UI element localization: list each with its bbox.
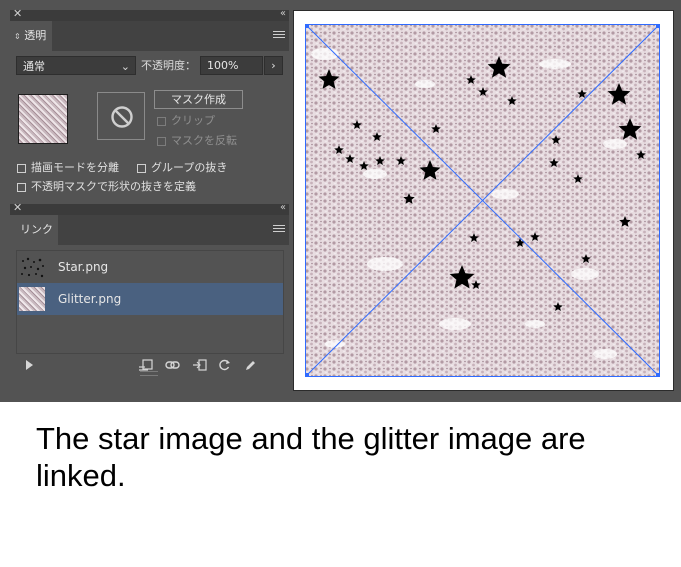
knockout-group-checkbox[interactable] (137, 164, 146, 173)
opacity-label: 不透明度： (141, 59, 196, 72)
tab-links[interactable]: リンク (10, 215, 58, 245)
opacity-input[interactable]: 100% (200, 56, 263, 75)
tab-strip: リンク (10, 215, 289, 245)
link-name: Glitter.png (58, 292, 122, 306)
close-icon[interactable]: ✕ (13, 201, 22, 215)
tab-transparency-label: 透明 (24, 29, 47, 42)
isolate-blending-label: 描画モードを分離 (31, 161, 119, 174)
artwork-thumbnail[interactable] (18, 94, 68, 144)
invert-mask-checkbox[interactable] (157, 137, 166, 146)
relink-icon[interactable] (165, 359, 180, 371)
edit-original-icon[interactable] (244, 359, 257, 371)
show-list-icon[interactable] (24, 359, 37, 371)
update-link-icon[interactable] (218, 359, 231, 371)
relink-from-cc-icon[interactable] (138, 359, 154, 371)
invert-mask-label: マスクを反転 (171, 134, 237, 147)
links-list: Star.png Glitter.png (16, 250, 284, 354)
blend-mode-select[interactable]: 通常 ⌄ (16, 56, 136, 75)
opacity-slider-button[interactable]: › (264, 56, 283, 75)
close-icon[interactable]: ✕ (13, 7, 22, 21)
isolate-blending-checkbox[interactable] (17, 164, 26, 173)
collapse-icon[interactable]: ‹‹ (280, 7, 286, 21)
clip-checkbox[interactable] (157, 117, 166, 126)
tab-updown-icon: ⇕ (14, 32, 21, 41)
collapse-icon[interactable]: ‹‹ (280, 201, 286, 215)
placed-artwork[interactable] (305, 24, 660, 377)
clip-label: クリップ (171, 114, 215, 127)
caption-text: The star image and the glitter image are… (36, 421, 586, 493)
link-name: Star.png (58, 260, 109, 274)
app-screenshot: ✕ ‹‹ ⇕ 透明 通常 ⌄ 不透明度： 100% › マスク作成 クリップ マ… (0, 0, 681, 402)
knockout-group-label: グループの抜き (151, 161, 228, 174)
links-panel: ✕ ‹‹ リンク Star.png Glitter.png (10, 201, 289, 378)
opacity-mask-knockout-label: 不透明マスクで形状の抜きを定義 (31, 180, 196, 193)
go-to-link-icon[interactable] (192, 359, 207, 371)
blend-mode-value: 通常 (23, 60, 45, 73)
transparency-panel: ✕ ‹‹ ⇕ 透明 通常 ⌄ 不透明度： 100% › マスク作成 クリップ マ… (10, 7, 289, 202)
chevron-down-icon: ⌄ (120, 60, 130, 73)
tab-strip: ⇕ 透明 (10, 21, 289, 51)
no-mask-icon (111, 106, 133, 128)
panel-menu-icon[interactable] (273, 223, 285, 235)
panel-menu-icon[interactable] (273, 29, 285, 41)
panel-titlebar: ✕ ‹‹ (10, 7, 289, 21)
glitter-thumbnail-icon (19, 287, 45, 311)
list-item-glitter[interactable]: Glitter.png (17, 283, 283, 315)
tab-links-label: リンク (20, 223, 53, 236)
opacity-mask-knockout-checkbox[interactable] (17, 183, 26, 192)
star-thumbnail-icon (19, 255, 45, 279)
make-mask-button[interactable]: マスク作成 (154, 90, 243, 109)
resize-grip[interactable] (140, 371, 158, 376)
list-item-star[interactable]: Star.png (17, 251, 283, 283)
tab-transparency[interactable]: ⇕ 透明 (10, 21, 52, 51)
panel-titlebar: ✕ ‹‹ (10, 201, 289, 215)
opacity-mask-thumbnail[interactable] (97, 92, 145, 140)
